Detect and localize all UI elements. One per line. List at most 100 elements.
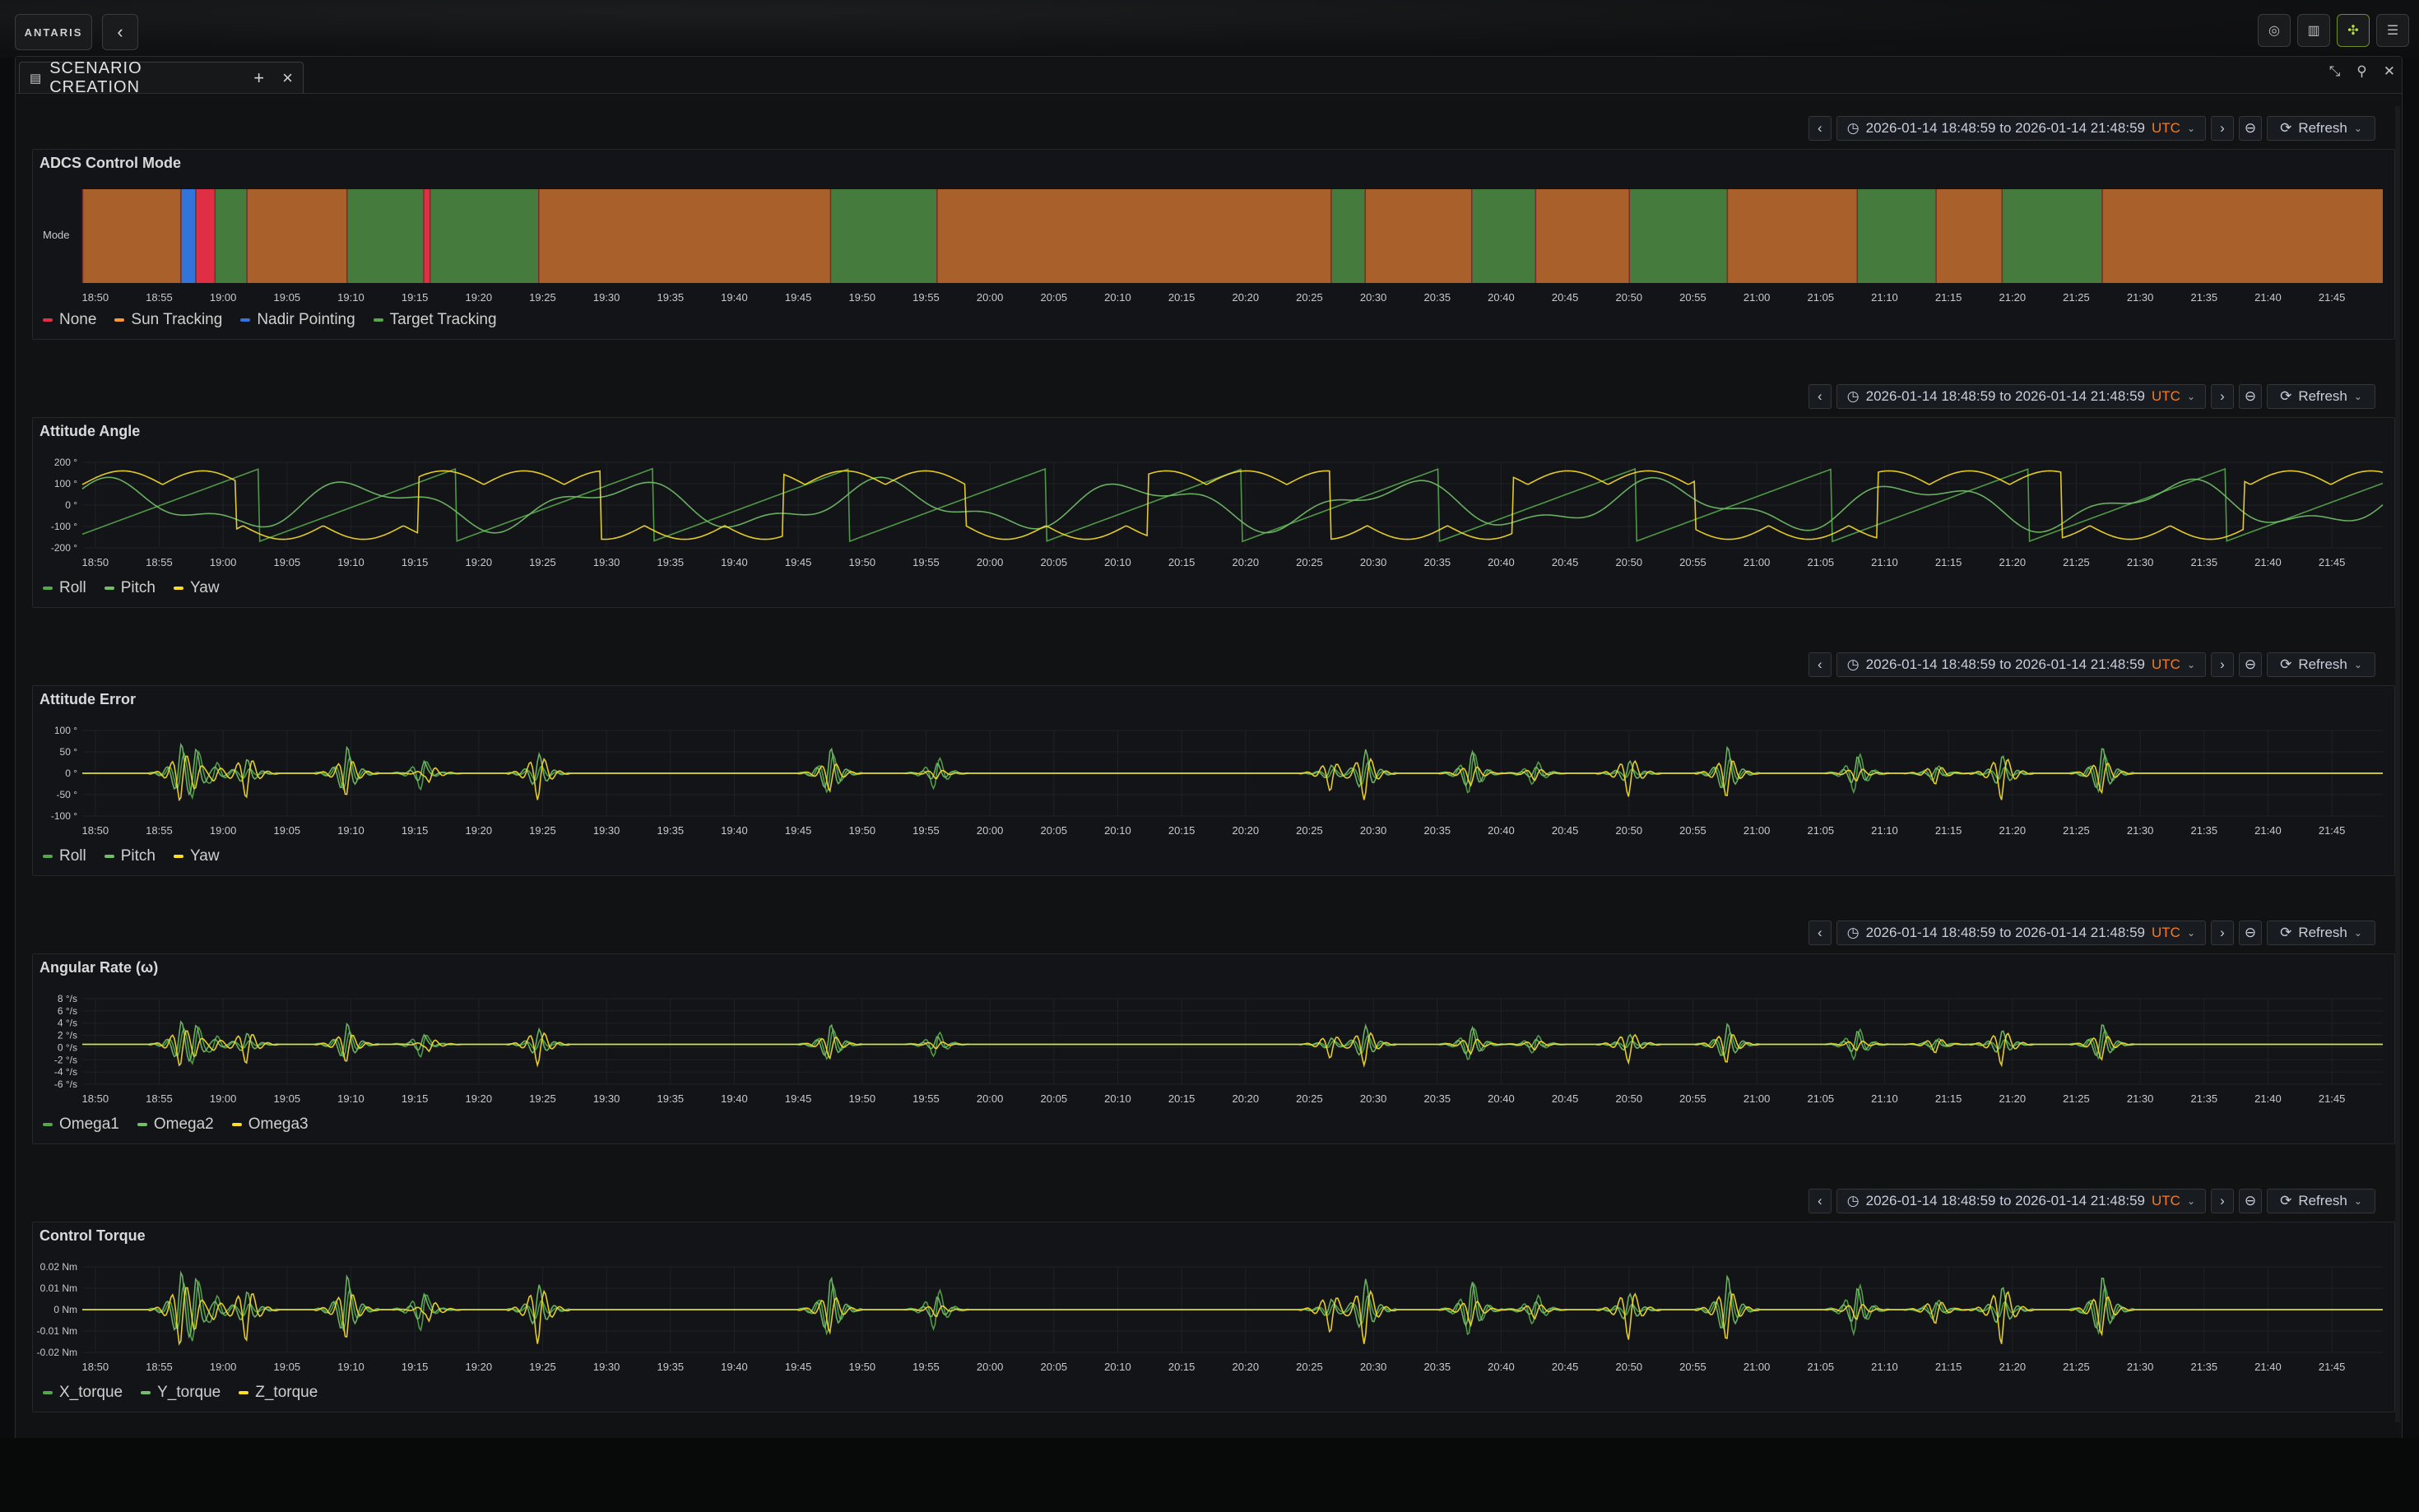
time-range-picker[interactable]: ◷ 2026-01-14 18:48:59 to 2026-01-14 21:48… — [1836, 652, 2206, 677]
x-tick-label: 21:00 — [1743, 291, 1771, 304]
state-segment[interactable] — [214, 189, 247, 283]
zoom-out-button[interactable]: ⊖ — [2239, 652, 2262, 677]
chart-svg: 18:50 18:55 19:00 19:05 19:10 19:15 19:20 19:25… — [51, 457, 2384, 568]
state-segment[interactable] — [82, 189, 181, 283]
state-segment[interactable] — [1364, 189, 1472, 283]
scrollbar[interactable] — [2395, 106, 2400, 1422]
state-segment[interactable] — [538, 189, 830, 283]
time-range-picker[interactable]: ◷ 2026-01-14 18:48:59 to 2026-01-14 21:48… — [1836, 384, 2206, 409]
refresh-button[interactable]: ⟳ Refresh ⌄ — [2267, 116, 2375, 141]
time-range-picker[interactable]: ◷ 2026-01-14 18:48:59 to 2026-01-14 21:48… — [1836, 116, 2206, 141]
spacecraft-icon[interactable]: ✣ — [2337, 14, 2370, 47]
collapse-icon[interactable]: ⤡ — [2329, 63, 2341, 80]
time-prev-button[interactable]: ‹ — [1808, 384, 1832, 409]
time-prev-button[interactable]: ‹ — [1808, 1189, 1832, 1213]
timezone-label: UTC — [2151, 1193, 2180, 1208]
legend-item[interactable]: Roll — [43, 579, 86, 597]
legend-item[interactable]: Yaw — [173, 579, 220, 597]
time-prev-button[interactable]: ‹ — [1808, 921, 1832, 945]
time-next-button[interactable]: › — [2211, 652, 2234, 677]
legend-item[interactable]: Roll — [43, 847, 86, 865]
y-tick-label: 0.02 Nm — [40, 1261, 77, 1273]
legend-item[interactable]: X_torque — [43, 1384, 123, 1402]
close-icon[interactable]: ✕ — [2384, 63, 2395, 80]
time-next-button[interactable]: › — [2211, 921, 2234, 945]
x-tick-label: 19:00 — [210, 291, 237, 304]
state-segment[interactable] — [829, 189, 937, 283]
refresh-button[interactable]: ⟳ Refresh ⌄ — [2267, 384, 2375, 409]
state-segment[interactable] — [346, 189, 424, 283]
state-segment[interactable] — [429, 189, 539, 283]
y-tick-label: 0 °/s — [58, 1041, 77, 1053]
zoom-out-button[interactable]: ⊖ — [2239, 384, 2262, 409]
pin-icon[interactable]: ⚲ — [2356, 63, 2366, 80]
state-segment[interactable] — [1471, 189, 1535, 283]
zoom-out-button[interactable]: ⊖ — [2239, 1189, 2262, 1213]
zoom-out-button[interactable]: ⊖ — [2239, 921, 2262, 945]
legend-item[interactable]: Z_torque — [239, 1384, 318, 1402]
chart-svg: 18:50 18:55 19:00 19:05 19:10 19:15 19:20 19:25… — [37, 1261, 2383, 1373]
state-segment[interactable] — [2101, 189, 2383, 283]
legend-item[interactable]: Y_torque — [141, 1384, 221, 1402]
state-segment[interactable] — [1628, 189, 1727, 283]
close-icon[interactable]: × — [282, 67, 293, 89]
legend-item[interactable]: Nadir Pointing — [240, 311, 355, 329]
time-prev-button[interactable]: ‹ — [1808, 116, 1832, 141]
time-next-button[interactable]: › — [2211, 116, 2234, 141]
state-segment[interactable] — [246, 189, 347, 283]
legend-item[interactable]: Pitch — [104, 579, 156, 597]
state-segment[interactable] — [1856, 189, 1936, 283]
chart-icon[interactable]: ▥ — [2297, 14, 2330, 47]
legend-swatch — [43, 1123, 53, 1126]
x-tick-label: 21:00 — [1743, 1361, 1771, 1373]
refresh-button[interactable]: ⟳ Refresh ⌄ — [2267, 1189, 2375, 1213]
time-next-button[interactable]: › — [2211, 384, 2234, 409]
legend-item[interactable]: Target Tracking — [373, 311, 497, 329]
satellite-orbit-icon[interactable]: ◎ — [2258, 14, 2291, 47]
refresh-icon: ⟳ — [2280, 1193, 2292, 1208]
chart-legend: Omega1 Omega2 Omega3 — [43, 1115, 309, 1134]
time-prev-button[interactable]: ‹ — [1808, 652, 1832, 677]
x-tick-label: 20:40 — [1488, 1361, 1515, 1373]
x-tick-label: 21:30 — [2127, 291, 2154, 304]
state-segment[interactable] — [936, 189, 1331, 283]
chevron-down-icon: ⌄ — [2353, 1195, 2362, 1207]
time-range-picker[interactable]: ◷ 2026-01-14 18:48:59 to 2026-01-14 21:48… — [1836, 1189, 2206, 1213]
state-segment[interactable] — [180, 189, 196, 283]
state-segment[interactable] — [195, 189, 215, 283]
chart-panel: Angular Rate (ω) 18:50 18:55 19:00 19:05 19:1… — [32, 953, 2395, 1144]
legend-item[interactable]: Yaw — [173, 847, 220, 865]
state-segment[interactable] — [1726, 189, 1857, 283]
row-label: Mode — [43, 229, 70, 241]
back-button[interactable]: ‹ — [102, 14, 138, 50]
time-next-button[interactable]: › — [2211, 1189, 2234, 1213]
state-segment[interactable] — [1330, 189, 1365, 283]
x-tick-label: 21:20 — [1999, 1361, 2027, 1373]
database-icon[interactable]: ☰ — [2376, 14, 2409, 47]
antaris-logo-button[interactable]: ANTARIS — [15, 14, 92, 50]
plus-icon[interactable]: + — [253, 67, 264, 89]
x-tick-label: 21:35 — [2191, 824, 2218, 837]
refresh-button[interactable]: ⟳ Refresh ⌄ — [2267, 921, 2375, 945]
x-tick-label: 20:20 — [1233, 1361, 1260, 1373]
legend-item[interactable]: Omega2 — [137, 1115, 214, 1134]
state-segment[interactable] — [1535, 189, 1629, 283]
refresh-button[interactable]: ⟳ Refresh ⌄ — [2267, 652, 2375, 677]
zoom-out-button[interactable]: ⊖ — [2239, 116, 2262, 141]
x-tick-label: 20:25 — [1296, 556, 1323, 568]
x-tick-label: 21:45 — [2319, 824, 2346, 837]
legend-item[interactable]: Pitch — [104, 847, 156, 865]
legend-swatch — [137, 1123, 147, 1126]
legend-item[interactable]: Omega3 — [231, 1115, 309, 1134]
legend-item[interactable]: None — [43, 311, 96, 329]
state-segment[interactable] — [2001, 189, 2102, 283]
legend-item[interactable]: Sun Tracking — [114, 311, 222, 329]
x-tick-label: 19:15 — [402, 291, 429, 304]
x-tick-label: 19:05 — [274, 1361, 301, 1373]
x-tick-label: 21:40 — [2254, 556, 2282, 568]
legend-item[interactable]: Omega1 — [43, 1115, 119, 1134]
state-segment[interactable] — [1935, 189, 2002, 283]
x-tick-label: 19:55 — [912, 824, 940, 837]
tab-scenario-creation[interactable]: ▤ SCENARIO CREATION + × — [19, 59, 304, 96]
time-range-picker[interactable]: ◷ 2026-01-14 18:48:59 to 2026-01-14 21:48… — [1836, 921, 2206, 945]
